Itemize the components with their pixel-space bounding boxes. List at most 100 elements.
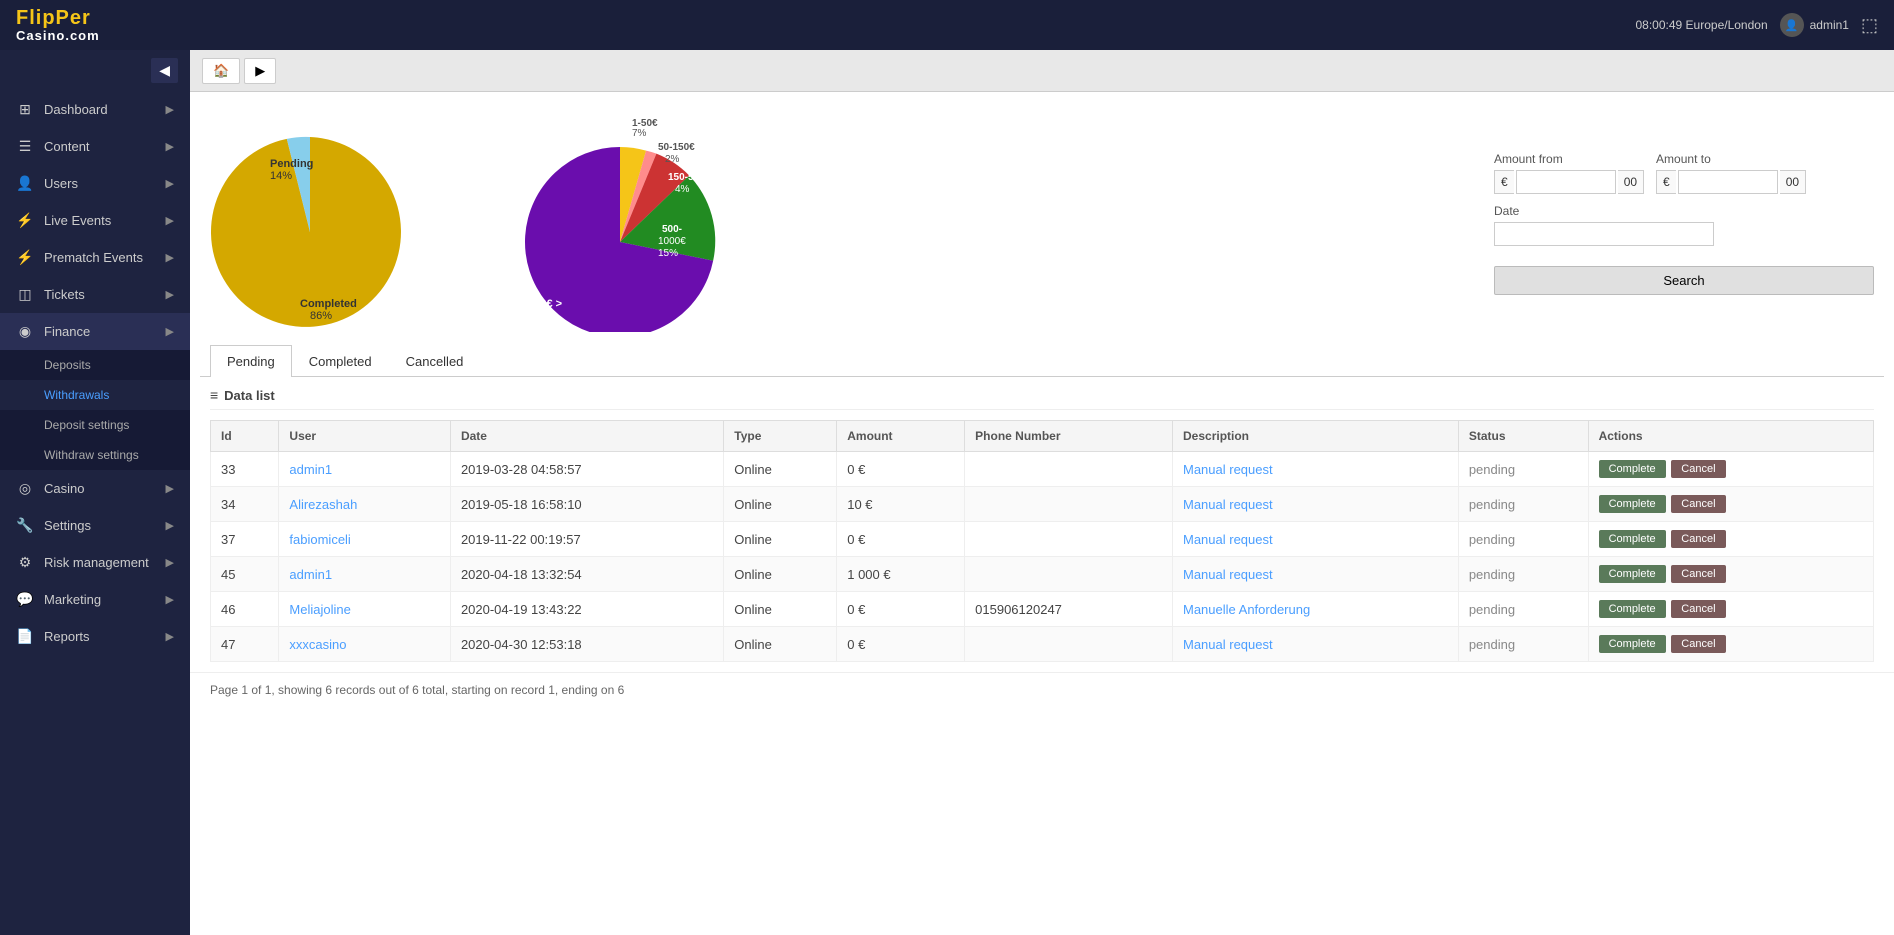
sidebar-sub-deposit-settings[interactable]: Deposit settings bbox=[0, 410, 190, 440]
sidebar-casino-label: Casino bbox=[44, 481, 84, 496]
sidebar-item-dashboard[interactable]: ⊞ Dashboard ▶ bbox=[0, 91, 190, 128]
cancel-button[interactable]: Cancel bbox=[1671, 600, 1725, 618]
table-row: 33 admin1 2019-03-28 04:58:57 Online 0 €… bbox=[211, 452, 1874, 487]
cancel-button[interactable]: Cancel bbox=[1671, 460, 1725, 478]
withdrawals-table: Id User Date Type Amount Phone Number De… bbox=[210, 420, 1874, 662]
tab-completed[interactable]: Completed bbox=[292, 345, 389, 377]
logout-icon[interactable]: ⬚ bbox=[1861, 15, 1878, 36]
cell-phone bbox=[965, 452, 1173, 487]
col-phone: Phone Number bbox=[965, 421, 1173, 452]
tab-pending[interactable]: Pending bbox=[210, 345, 292, 377]
cell-user: fabiomiceli bbox=[279, 522, 451, 557]
cell-description: Manual request bbox=[1173, 627, 1459, 662]
status-pie-chart: Pending 14% Completed 86% bbox=[210, 112, 410, 335]
topbar-user: 👤 admin1 bbox=[1780, 13, 1849, 37]
cell-amount: 0 € bbox=[837, 522, 965, 557]
table-row: 37 fabiomiceli 2019-11-22 00:19:57 Onlin… bbox=[211, 522, 1874, 557]
casino-arrow: ▶ bbox=[166, 482, 174, 495]
cell-id: 37 bbox=[211, 522, 279, 557]
sidebar-item-reports[interactable]: 📄 Reports ▶ bbox=[0, 618, 190, 655]
sidebar-item-content[interactable]: ☰ Content ▶ bbox=[0, 128, 190, 165]
hamburger-icon: ≡ bbox=[210, 387, 218, 403]
sidebar-sub-withdrawals[interactable]: Withdrawals bbox=[0, 380, 190, 410]
sidebar-item-prematch-events[interactable]: ⚡ Prematch Events ▶ bbox=[0, 239, 190, 276]
cell-actions: Complete Cancel bbox=[1588, 592, 1873, 627]
users-icon: 👤 bbox=[16, 175, 34, 192]
sidebar-item-risk-management[interactable]: ⚙ Risk management ▶ bbox=[0, 544, 190, 581]
cell-amount: 0 € bbox=[837, 592, 965, 627]
sidebar-item-finance[interactable]: ◉ Finance ▶ bbox=[0, 313, 190, 350]
col-actions: Actions bbox=[1588, 421, 1873, 452]
cell-status: pending bbox=[1458, 627, 1588, 662]
cell-phone bbox=[965, 522, 1173, 557]
cell-status: pending bbox=[1458, 487, 1588, 522]
cancel-button[interactable]: Cancel bbox=[1671, 565, 1725, 583]
amount-filter-row: Amount from € 00 Amount to € bbox=[1494, 152, 1874, 194]
cell-actions: Complete Cancel bbox=[1588, 452, 1873, 487]
complete-button[interactable]: Complete bbox=[1599, 600, 1666, 618]
date-input[interactable] bbox=[1494, 222, 1714, 246]
amount-to-label: Amount to bbox=[1656, 152, 1806, 166]
breadcrumb-bar: 🏠 ▶ bbox=[190, 50, 1894, 92]
cell-description: Manual request bbox=[1173, 487, 1459, 522]
complete-button[interactable]: Complete bbox=[1599, 495, 1666, 513]
sidebar-item-casino[interactable]: ◎ Casino ▶ bbox=[0, 470, 190, 507]
sidebar-item-settings[interactable]: 🔧 Settings ▶ bbox=[0, 507, 190, 544]
dashboard-arrow: ▶ bbox=[166, 103, 174, 116]
amount-from-label: Amount from bbox=[1494, 152, 1644, 166]
cell-description: Manual request bbox=[1173, 522, 1459, 557]
breadcrumb-home-button[interactable]: 🏠 bbox=[202, 58, 240, 84]
cancel-button[interactable]: Cancel bbox=[1671, 495, 1725, 513]
cancel-button[interactable]: Cancel bbox=[1671, 530, 1725, 548]
col-type: Type bbox=[724, 421, 837, 452]
cell-date: 2019-03-28 04:58:57 bbox=[450, 452, 723, 487]
sidebar-marketing-label: Marketing bbox=[44, 592, 101, 607]
cell-status: pending bbox=[1458, 452, 1588, 487]
sidebar-dashboard-label: Dashboard bbox=[44, 102, 108, 117]
sidebar-sub-withdraw-settings[interactable]: Withdraw settings bbox=[0, 440, 190, 470]
complete-button[interactable]: Complete bbox=[1599, 565, 1666, 583]
content-icon: ☰ bbox=[16, 138, 34, 155]
withdrawals-label: Withdrawals bbox=[44, 388, 109, 402]
pagination-text: Page 1 of 1, showing 6 records out of 6 … bbox=[190, 672, 1894, 707]
complete-button[interactable]: Complete bbox=[1599, 530, 1666, 548]
amount-to-input[interactable] bbox=[1678, 170, 1778, 194]
cancel-button[interactable]: Cancel bbox=[1671, 635, 1725, 653]
complete-button[interactable]: Complete bbox=[1599, 460, 1666, 478]
tickets-icon: ◫ bbox=[16, 286, 34, 303]
cell-date: 2020-04-18 13:32:54 bbox=[450, 557, 723, 592]
cell-actions: Complete Cancel bbox=[1588, 487, 1873, 522]
tickets-arrow: ▶ bbox=[166, 288, 174, 301]
col-status: Status bbox=[1458, 421, 1588, 452]
table-row: 45 admin1 2020-04-18 13:32:54 Online 1 0… bbox=[211, 557, 1874, 592]
sidebar: ◀ ⊞ Dashboard ▶ ☰ Content ▶ 👤 Users ▶ bbox=[0, 50, 190, 935]
sidebar-sub-deposits[interactable]: Deposits bbox=[0, 350, 190, 380]
complete-button[interactable]: Complete bbox=[1599, 635, 1666, 653]
sidebar-finance-label: Finance bbox=[44, 324, 90, 339]
svg-text:7%: 7% bbox=[632, 128, 647, 139]
search-button[interactable]: Search bbox=[1494, 266, 1874, 295]
table-row: 34 Alirezashah 2019-05-18 16:58:10 Onlin… bbox=[211, 487, 1874, 522]
cell-user: Meliajoline bbox=[279, 592, 451, 627]
sidebar-item-tickets[interactable]: ◫ Tickets ▶ bbox=[0, 276, 190, 313]
cell-actions: Complete Cancel bbox=[1588, 522, 1873, 557]
sidebar-risk-label: Risk management bbox=[44, 555, 149, 570]
breadcrumb-forward-button[interactable]: ▶ bbox=[244, 58, 276, 84]
sidebar-item-live-events[interactable]: ⚡ Live Events ▶ bbox=[0, 202, 190, 239]
svg-text:Pending: Pending bbox=[270, 158, 313, 170]
sidebar-item-users[interactable]: 👤 Users ▶ bbox=[0, 165, 190, 202]
cell-status: pending bbox=[1458, 557, 1588, 592]
cell-id: 46 bbox=[211, 592, 279, 627]
cell-id: 34 bbox=[211, 487, 279, 522]
cell-id: 33 bbox=[211, 452, 279, 487]
cell-id: 45 bbox=[211, 557, 279, 592]
finance-icon: ◉ bbox=[16, 323, 34, 340]
cell-type: Online bbox=[724, 452, 837, 487]
sidebar-toggle-button[interactable]: ◀ bbox=[151, 58, 178, 83]
cell-user: admin1 bbox=[279, 557, 451, 592]
sidebar-item-marketing[interactable]: 💬 Marketing ▶ bbox=[0, 581, 190, 618]
sidebar-prematch-label: Prematch Events bbox=[44, 250, 143, 265]
amount-from-input[interactable] bbox=[1516, 170, 1616, 194]
sidebar-settings-label: Settings bbox=[44, 518, 91, 533]
tab-cancelled[interactable]: Cancelled bbox=[389, 345, 481, 377]
